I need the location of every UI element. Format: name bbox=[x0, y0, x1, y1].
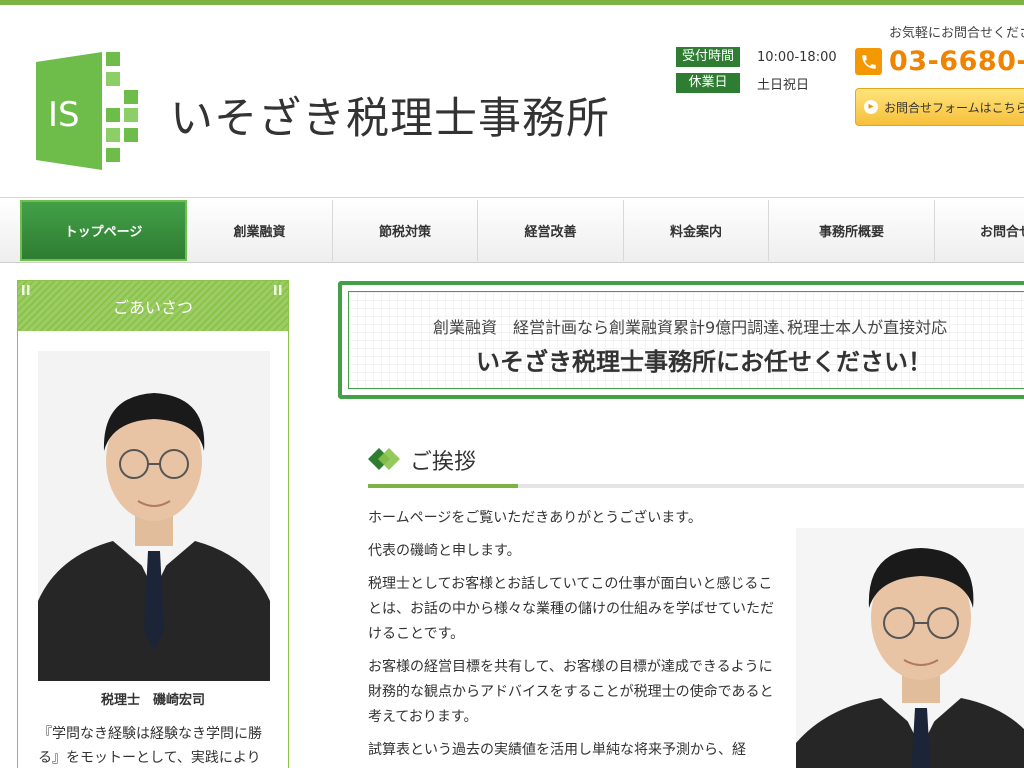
paragraph: 税理士としてお客様とお話していてこの仕事が面白いと感じることは、お話の中から様々… bbox=[368, 576, 774, 642]
nav-item-management[interactable]: 経営改善 bbox=[478, 200, 624, 261]
sidebar-motto: 『学問なき経験は経験なき学問に勝る』をモットーとして、実践により bbox=[38, 726, 262, 766]
global-nav: トップページ 創業融資 節税対策 経営改善 料金案内 事務所概要 お問合せ bbox=[0, 197, 1024, 263]
corner-decoration bbox=[22, 285, 32, 295]
nav-item-startup-loan[interactable]: 創業融資 bbox=[187, 200, 333, 261]
phone-row[interactable]: 03-6680-3 bbox=[855, 46, 1024, 77]
corner-decoration bbox=[274, 285, 284, 295]
nav-item-tax-saving[interactable]: 節税対策 bbox=[333, 200, 478, 261]
representative-photo-large bbox=[796, 528, 1024, 768]
diamond-bullet-icon bbox=[368, 448, 400, 470]
sidebar-header: ごあいさつ bbox=[18, 281, 288, 331]
nav-item-office[interactable]: 事務所概要 bbox=[769, 200, 935, 261]
representative-caption: 税理士 磯崎宏司 bbox=[100, 693, 205, 708]
contact-note: お気軽にお問合せくださ bbox=[889, 26, 1024, 41]
closed-days-row: 休業日 土日祝日 bbox=[676, 72, 837, 94]
business-hours: 受付時間 10:00-18:00 休業日 土日祝日 bbox=[676, 46, 837, 98]
paragraph: 代表の磯崎と申します。 bbox=[368, 543, 521, 559]
phone-icon bbox=[855, 48, 882, 75]
logo-mark[interactable]: IS bbox=[36, 52, 146, 170]
hero-banner: 創業融資 経営計画なら創業融資累計9億円調達､税理士本人が直接対応 いそざき税理… bbox=[338, 281, 1024, 399]
nav-item-contact[interactable]: お問合せ bbox=[935, 200, 1024, 261]
hero-title: いそざき税理士事務所にお任せください！ bbox=[476, 348, 932, 376]
sidebar-title: ごあいさつ bbox=[112, 298, 193, 317]
top-accent-bar bbox=[0, 0, 1024, 5]
representative-photo bbox=[38, 351, 270, 681]
arrow-right-icon: ▸ bbox=[864, 100, 878, 114]
hours-value: 10:00-18:00 bbox=[757, 49, 837, 65]
paragraph: お客様の経営目標を共有して、お客様の目標が達成できるように財務的な観点からアドバ… bbox=[368, 659, 774, 725]
sidebar-greeting: ごあいさつ 税理士 磯崎宏司 『学問なき経験は経験なき学問に勝る』をモットーとし… bbox=[17, 280, 289, 768]
hero-subtitle: 創業融資 経営計画なら創業融資累計9億円調達､税理士本人が直接対応 bbox=[433, 318, 948, 337]
logo-letters: IS bbox=[48, 95, 80, 135]
hours-label: 受付時間 bbox=[676, 47, 740, 67]
greeting-heading: ご挨拶 bbox=[368, 440, 1024, 490]
paragraph: 試算表という過去の実績値を活用し単純な将来予測から、経 bbox=[368, 742, 746, 758]
closed-days-label: 休業日 bbox=[676, 73, 740, 93]
contact-form-label: お問合せフォームはこちら bbox=[884, 100, 1024, 115]
nav-item-top[interactable]: トップページ bbox=[20, 200, 187, 261]
hero-inner: 創業融資 経営計画なら創業融資累計9億円調達､税理士本人が直接対応 いそざき税理… bbox=[348, 291, 1024, 389]
closed-days-value: 土日祝日 bbox=[757, 77, 810, 93]
hours-row: 受付時間 10:00-18:00 bbox=[676, 46, 837, 68]
greeting-body: ホームページをご覧いただきありがとうございます。 代表の磯崎と申します。 税理士… bbox=[368, 506, 778, 768]
paragraph: ホームページをご覧いただきありがとうございます。 bbox=[368, 510, 702, 526]
nav-item-pricing[interactable]: 料金案内 bbox=[624, 200, 769, 261]
section-divider-accent bbox=[368, 484, 518, 488]
site-name[interactable]: いそざき税理士事務所 bbox=[170, 84, 610, 146]
contact-form-button[interactable]: ▸ お問合せフォームはこちら bbox=[855, 88, 1024, 126]
section-title: ご挨拶 bbox=[410, 450, 477, 475]
phone-number[interactable]: 03-6680-3 bbox=[889, 46, 1024, 77]
